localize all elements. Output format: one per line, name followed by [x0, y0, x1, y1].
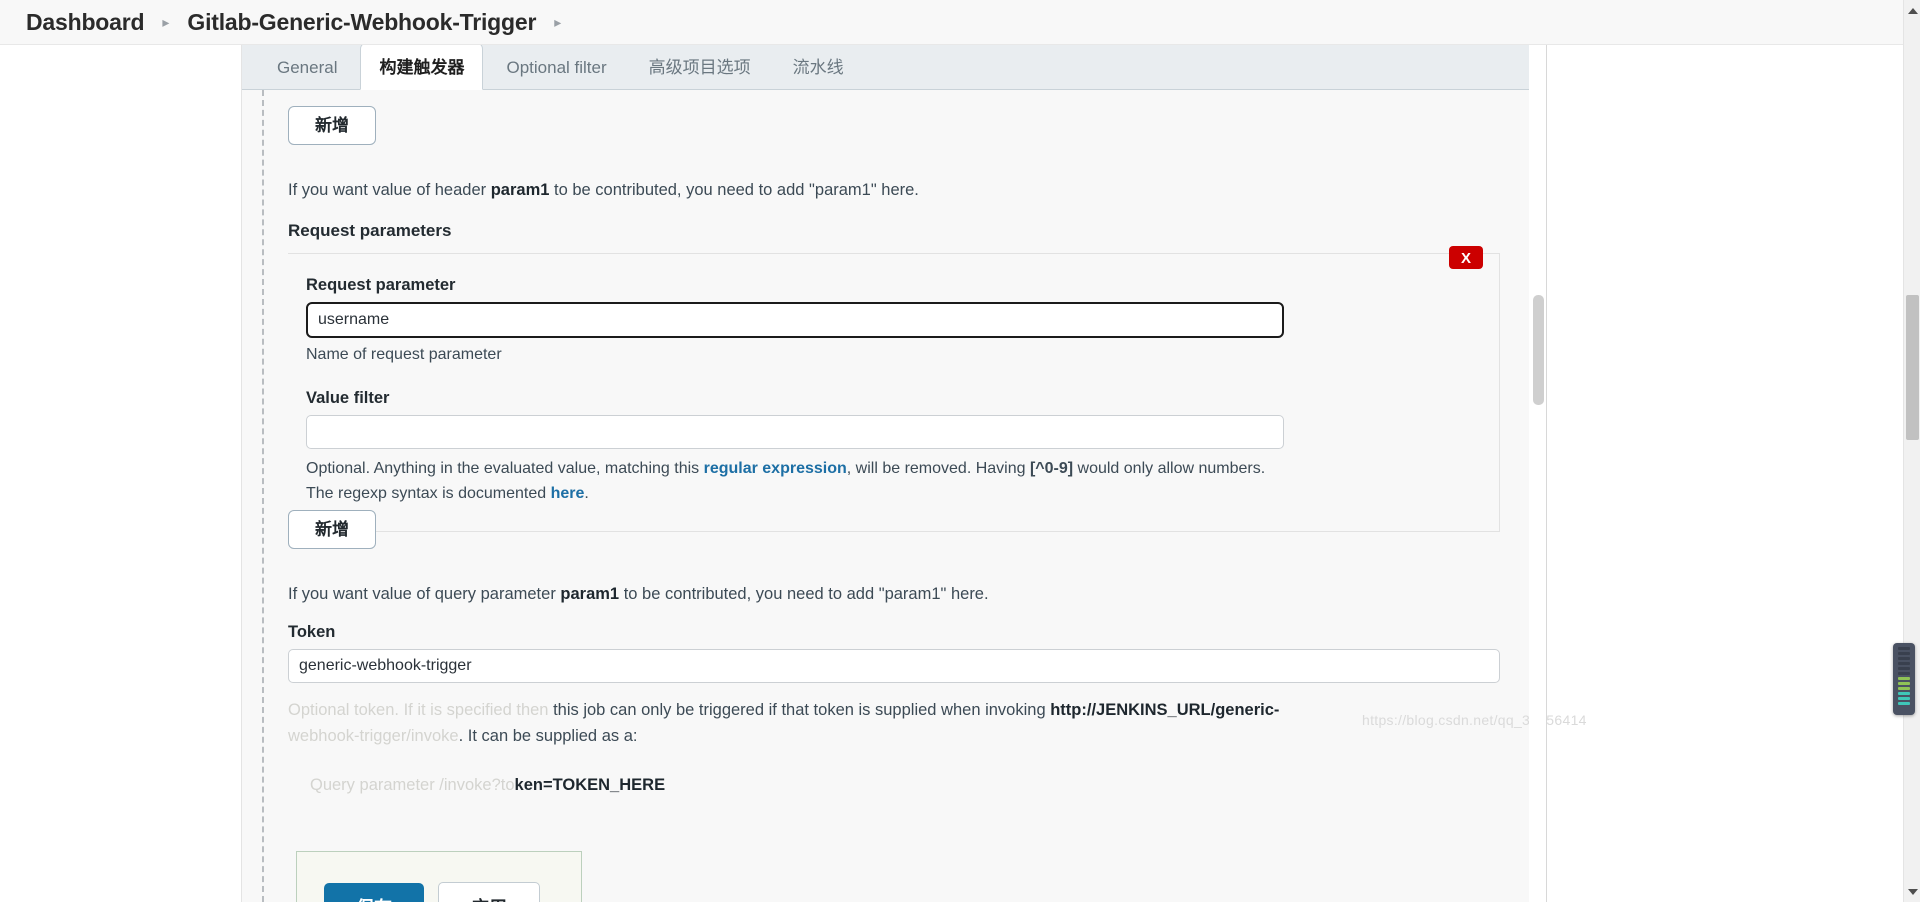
request-parameter-hint: Name of request parameter — [306, 346, 502, 363]
request-parameter-label: Request parameter — [306, 276, 456, 294]
job-configure-panel: General 构建触发器 Optional filter 高级项目选项 流水线… — [241, 45, 1547, 902]
request-parameter-input[interactable] — [306, 302, 1284, 338]
header-help-suffix: to be contributed, you need to add "para… — [549, 181, 919, 199]
token-label: Token — [288, 623, 336, 641]
token-hint-url: http://JENKINS_URL/generic- — [1050, 701, 1280, 719]
token-hint-line2: . It can be supplied as a: — [458, 726, 638, 745]
apply-button[interactable]: 应用 — [438, 882, 540, 902]
token-hint-line3-dim: Query parameter /invoke?to — [310, 776, 515, 795]
save-button[interactable]: 保存 — [324, 883, 424, 902]
breadcrumb-item-job[interactable]: Gitlab-Generic-Webhook-Trigger — [187, 9, 536, 36]
build-triggers-form: 新增 If you want value of header param1 to… — [242, 90, 1546, 902]
sticky-save-bar: 保存 应用 — [296, 851, 582, 902]
header-help-prefix: If you want value of header — [288, 181, 491, 199]
scroll-down-arrow-icon[interactable] — [1904, 883, 1920, 900]
tab-advanced-project-options[interactable]: 高级项目选项 — [630, 45, 770, 90]
tab-build-triggers[interactable]: 构建触发器 — [360, 45, 484, 90]
query-parameter-help-text: If you want value of query parameter par… — [288, 582, 1468, 608]
header-parameter-help-text: If you want value of header param1 to be… — [288, 178, 1468, 204]
value-filter-hint: Optional. Anything in the evaluated valu… — [306, 457, 1276, 507]
query-help-suffix: to be contributed, you need to add "para… — [619, 585, 989, 603]
scroll-up-arrow-icon[interactable] — [1904, 2, 1920, 19]
panel-scrollbar-thumb[interactable] — [1533, 295, 1544, 405]
delete-request-parameter-button[interactable]: X — [1449, 246, 1483, 269]
token-hint-dim-part: Optional token. If it is specified then — [288, 701, 549, 719]
value-filter-hint-part2: , will be removed. Having — [846, 460, 1030, 477]
config-tab-bar: General 构建触发器 Optional filter 高级项目选项 流水线 — [242, 45, 1546, 90]
tab-pipeline[interactable]: 流水线 — [774, 45, 863, 90]
token-input[interactable] — [288, 649, 1500, 683]
value-filter-input[interactable] — [306, 415, 1284, 449]
token-hint-line3-bold: ken=TOKEN_HERE — [514, 776, 666, 795]
regular-expression-link[interactable]: regular expression — [704, 460, 847, 477]
query-help-bold: param1 — [560, 585, 620, 603]
request-parameters-section-title: Request parameters — [288, 221, 452, 240]
query-help-prefix: If you want value of query parameter — [288, 585, 561, 603]
level-meter-widget-icon[interactable] — [1893, 643, 1915, 715]
token-hint: Optional token. If it is specified then … — [288, 698, 1500, 799]
watermark-text: https://blog.csdn.net/qq_34556414 — [1362, 712, 1587, 728]
panel-scrollbar[interactable] — [1529, 45, 1546, 902]
section-rail-divider — [262, 90, 264, 902]
breadcrumb-item-dashboard[interactable]: Dashboard — [26, 9, 145, 36]
value-filter-hint-bold: [^0-9] — [1029, 460, 1074, 477]
value-filter-hint-part1: Optional. Anything in the evaluated valu… — [306, 460, 704, 477]
page-scrollbar-thumb[interactable] — [1906, 295, 1919, 440]
regexp-docs-link[interactable]: here — [551, 485, 585, 502]
tab-general[interactable]: General — [258, 47, 356, 90]
request-parameter-card: X Request parameter Name of request para… — [288, 246, 1500, 532]
page-scrollbar[interactable] — [1903, 0, 1920, 902]
header-help-bold: param1 — [490, 181, 550, 199]
chevron-right-icon: ▸ — [162, 14, 170, 30]
breadcrumb: Dashboard ▸ Gitlab-Generic-Webhook-Trigg… — [0, 0, 1903, 45]
token-hint-part1: this job can only be triggered if that t… — [548, 701, 1051, 719]
add-query-parameter-button[interactable]: 新增 — [288, 510, 376, 550]
token-hint-line2-dim: webhook-trigger/invoke — [288, 726, 459, 745]
add-header-parameter-button[interactable]: 新增 — [288, 106, 376, 146]
value-filter-hint-part4: . — [584, 484, 589, 502]
value-filter-label: Value filter — [306, 389, 390, 407]
tab-optional-filter[interactable]: Optional filter — [487, 47, 625, 90]
chevron-right-icon-2[interactable]: ▸ — [536, 15, 579, 29]
